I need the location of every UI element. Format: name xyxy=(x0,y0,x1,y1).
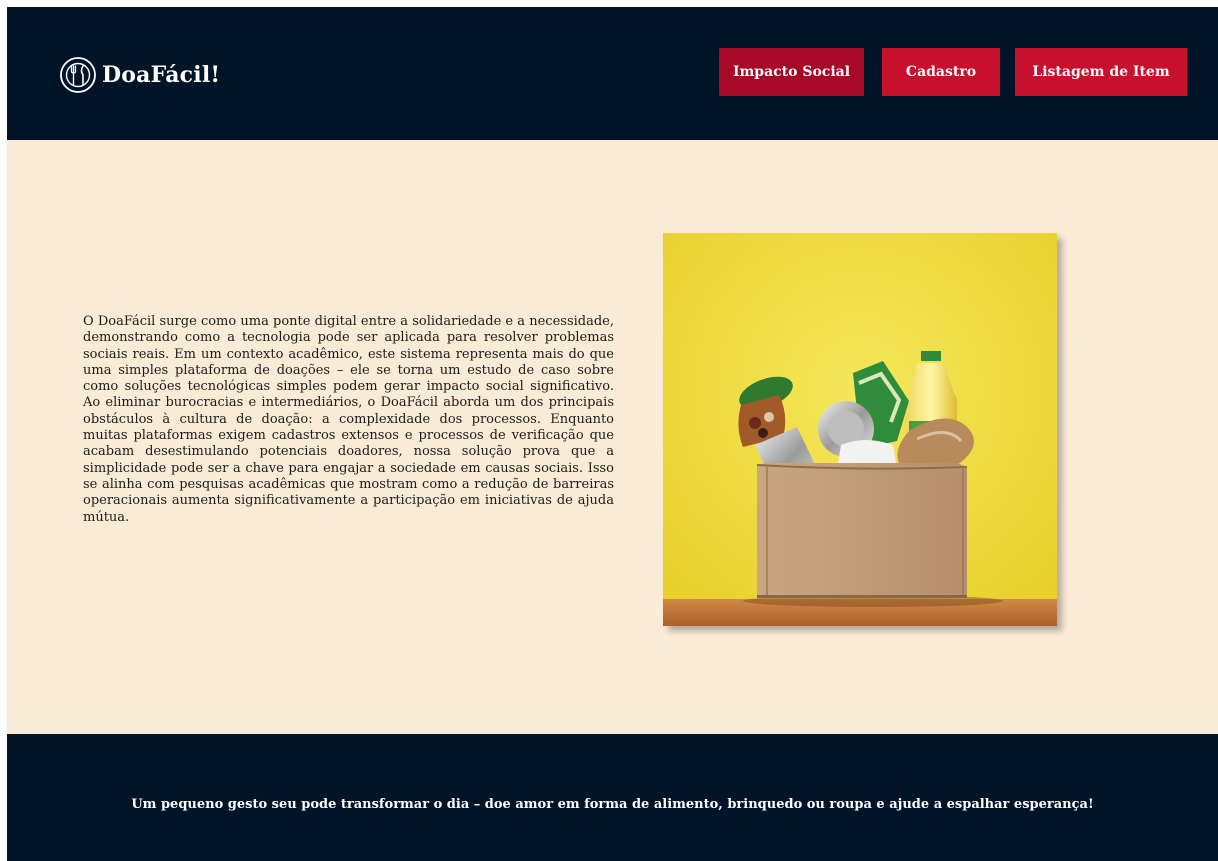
about-paragraph: O DoaFácil surge como uma ponte digital … xyxy=(83,314,614,525)
brand-logo[interactable]: DoaFácil! xyxy=(59,56,220,94)
main-content: O DoaFácil surge como uma ponte digital … xyxy=(7,140,1218,734)
nav-impacto-social-button[interactable]: Impacto Social xyxy=(719,48,864,96)
plate-cutlery-icon xyxy=(60,57,96,93)
footer: Um pequeno gesto seu pode transformar o … xyxy=(7,734,1218,861)
nav-cadastro-button[interactable]: Cadastro xyxy=(882,48,1000,96)
nav-listagem-de-item-button[interactable]: Listagem de Item xyxy=(1015,48,1187,96)
brand-name: DoaFácil! xyxy=(102,62,221,88)
donation-box-photo xyxy=(663,233,1057,626)
page: DoaFácil! Impacto Social Cadastro Listag… xyxy=(7,7,1218,861)
footer-slogan: Um pequeno gesto seu pode transformar o … xyxy=(131,797,1094,812)
top-navbar: DoaFácil! Impacto Social Cadastro Listag… xyxy=(7,7,1218,140)
